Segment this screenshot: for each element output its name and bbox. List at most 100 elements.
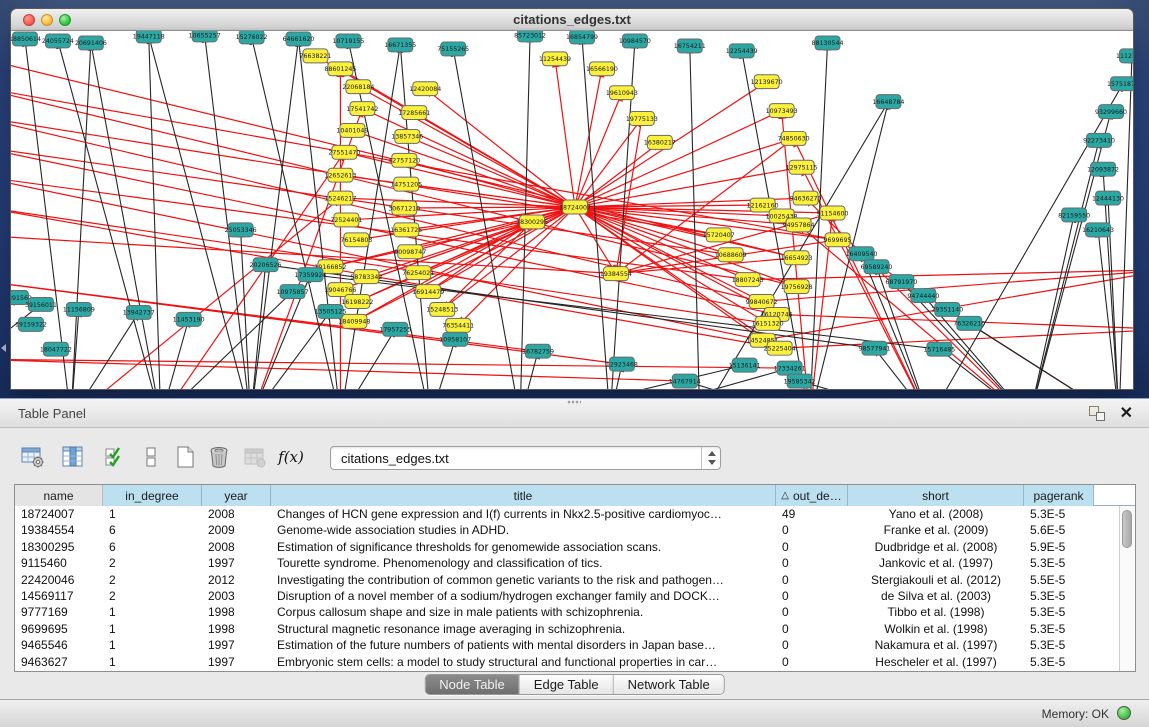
graph-node[interactable]: 10655257 <box>189 31 221 42</box>
graph-node[interactable]: 88601245 <box>324 62 356 76</box>
graph-node[interactable]: 76254021 <box>402 266 434 280</box>
delete-trash-icon[interactable] <box>204 442 234 472</box>
graph-node[interactable]: 90098747 <box>394 245 426 259</box>
graph-node[interactable]: 17957255 <box>379 322 411 336</box>
close-icon[interactable]: ✕ <box>1120 403 1133 423</box>
graph-node[interactable]: 19610943 <box>606 86 638 100</box>
tab-edge-table[interactable]: Edge Table <box>520 675 614 694</box>
column-header-pagerank[interactable]: pagerank <box>1024 485 1094 506</box>
graph-node[interactable]: 15716485 <box>923 342 955 356</box>
graph-node[interactable]: 94957864 <box>783 218 815 232</box>
table-row[interactable]: 977716911998Corpus callosum shape and si… <box>15 604 1119 620</box>
graph-node[interactable]: 19775133 <box>626 112 658 126</box>
graph-node[interactable]: 16671355 <box>384 38 416 52</box>
graph-node[interactable]: 16854799 <box>566 31 598 44</box>
new-document-icon[interactable] <box>170 442 200 472</box>
graph-node[interactable]: 16151320 <box>752 316 784 330</box>
column-header-short[interactable]: short <box>848 485 1024 506</box>
graph-node[interactable]: 19159322 <box>15 317 47 331</box>
graph-node[interactable]: 15720407 <box>703 228 735 242</box>
column-header-title[interactable]: title <box>271 485 776 506</box>
graph-node[interactable]: 16409540 <box>846 247 878 261</box>
graph-node[interactable]: 15751874 <box>1107 77 1133 91</box>
graph-node[interactable]: 93299660 <box>1095 105 1127 119</box>
graph-node[interactable]: 16754211 <box>674 39 706 53</box>
graph-node[interactable]: 68791970 <box>885 275 917 289</box>
graph-node[interactable]: 42757120 <box>388 153 420 167</box>
graph-node[interactable]: 72524401 <box>330 213 362 227</box>
graph-node[interactable]: 19585342 <box>784 374 816 388</box>
citation-network-graph[interactable]: 1885061424055724206914061944711810655257… <box>11 31 1133 389</box>
graph-node[interactable]: 10688609 <box>715 248 747 262</box>
graph-node[interactable]: 10984570 <box>619 34 651 48</box>
graph-node[interactable]: 76354411 <box>442 318 474 332</box>
graph-node[interactable]: 29351140 <box>931 302 963 316</box>
graph-node[interactable]: 10719155 <box>332 34 364 48</box>
graph-node[interactable]: 12254439 <box>726 44 758 58</box>
scrollbar-thumb[interactable] <box>1122 510 1132 548</box>
column-header-name[interactable]: name <box>15 485 103 506</box>
graph-node[interactable]: 27551470 <box>328 145 360 159</box>
graph-node[interactable]: 12139670 <box>751 75 783 89</box>
graph-node[interactable]: 12093872 <box>1087 162 1119 176</box>
table-row[interactable]: 1938455462009Genome-wide association stu… <box>15 522 1119 538</box>
table-row[interactable]: 946554611997Estimation of the future num… <box>15 637 1119 653</box>
graph-node[interactable]: 13942737 <box>123 305 155 319</box>
graph-node[interactable]: 16782759 <box>522 344 554 358</box>
graph-node[interactable]: 19384554 <box>600 267 632 281</box>
table-row[interactable]: 969969511998Structural magnetic resonanc… <box>15 621 1119 637</box>
table-mode-gear-icon[interactable] <box>18 442 48 472</box>
graph-node[interactable]: 25225404 <box>764 341 796 355</box>
graph-node[interactable]: 16914479 <box>412 285 444 299</box>
graph-node[interactable]: 20206526 <box>250 258 282 272</box>
column-header-in_degree[interactable]: in_degree <box>103 485 202 506</box>
function-builder-icon[interactable]: f(x) <box>276 442 306 472</box>
graph-node[interactable]: 12923468 <box>606 357 638 371</box>
graph-node[interactable]: 91154600 <box>817 206 849 220</box>
graph-node[interactable]: 18047722 <box>40 342 72 356</box>
combobox-stepper-icon[interactable] <box>701 447 720 469</box>
show-columns-icon[interactable] <box>58 442 88 472</box>
graph-node[interactable]: 17285661 <box>398 106 430 120</box>
graph-node[interactable]: 14767914 <box>669 374 701 388</box>
graph-node[interactable]: 76154803 <box>340 233 372 247</box>
graph-node[interactable]: 16380217 <box>644 135 676 149</box>
graph-node[interactable]: 11453190 <box>173 312 205 326</box>
column-checklist-icon[interactable] <box>100 442 130 472</box>
graph-node[interactable]: 15136141 <box>729 358 761 372</box>
graph-node[interactable]: 16198222 <box>341 295 373 309</box>
graph-node[interactable]: 12652613 <box>324 168 356 182</box>
graph-node[interactable]: 17359924 <box>294 268 326 282</box>
table-row[interactable]: 1456911722003Disruption of a novel membe… <box>15 588 1119 604</box>
graph-node[interactable]: 25053346 <box>225 223 257 237</box>
graph-node[interactable]: 10958107 <box>439 332 471 346</box>
network-view-window[interactable]: citations_edges.txt 18850614240557242069… <box>10 8 1134 390</box>
graph-node[interactable]: 14751205 <box>390 177 422 191</box>
graph-node[interactable]: 12444130 <box>1092 191 1124 205</box>
graph-node[interactable]: 94744440 <box>907 289 939 303</box>
tab-node-table[interactable]: Node Table <box>425 675 520 694</box>
graph-node[interactable]: 39156011 <box>25 298 57 312</box>
graph-node[interactable]: 13505125 <box>314 304 346 318</box>
graph-node[interactable]: 17541742 <box>346 102 378 116</box>
graph-node[interactable]: 18807243 <box>732 273 764 287</box>
graph-node[interactable]: 11156809 <box>63 302 95 316</box>
graph-node[interactable]: 85723012 <box>514 31 546 42</box>
graph-node[interactable]: 13857346 <box>391 129 423 143</box>
graph-node[interactable]: 19447118 <box>133 31 165 43</box>
graph-node[interactable]: 16648784 <box>872 95 904 109</box>
graph-node[interactable]: 20691406 <box>75 36 107 50</box>
graph-node[interactable]: 16654923 <box>781 251 813 265</box>
graph-node[interactable]: 9699695 <box>824 233 852 247</box>
table-panel-header[interactable]: Table Panel ✕ <box>0 398 1149 428</box>
graph-node[interactable]: 19756928 <box>781 280 813 294</box>
graph-node[interactable]: 16210643 <box>1082 223 1114 237</box>
graph-node[interactable]: 10973493 <box>766 104 798 118</box>
graph-node[interactable]: 69589240 <box>860 260 892 274</box>
graph-node[interactable]: 82159550 <box>1058 208 1090 222</box>
vertical-scrollbar[interactable] <box>1119 506 1135 671</box>
panel-collapse-arrow-icon[interactable] <box>1 344 6 352</box>
column-header-year[interactable]: year <box>202 485 271 506</box>
graph-node[interactable]: 76326210 <box>953 316 985 330</box>
graph-node[interactable]: 22068184 <box>342 80 374 94</box>
